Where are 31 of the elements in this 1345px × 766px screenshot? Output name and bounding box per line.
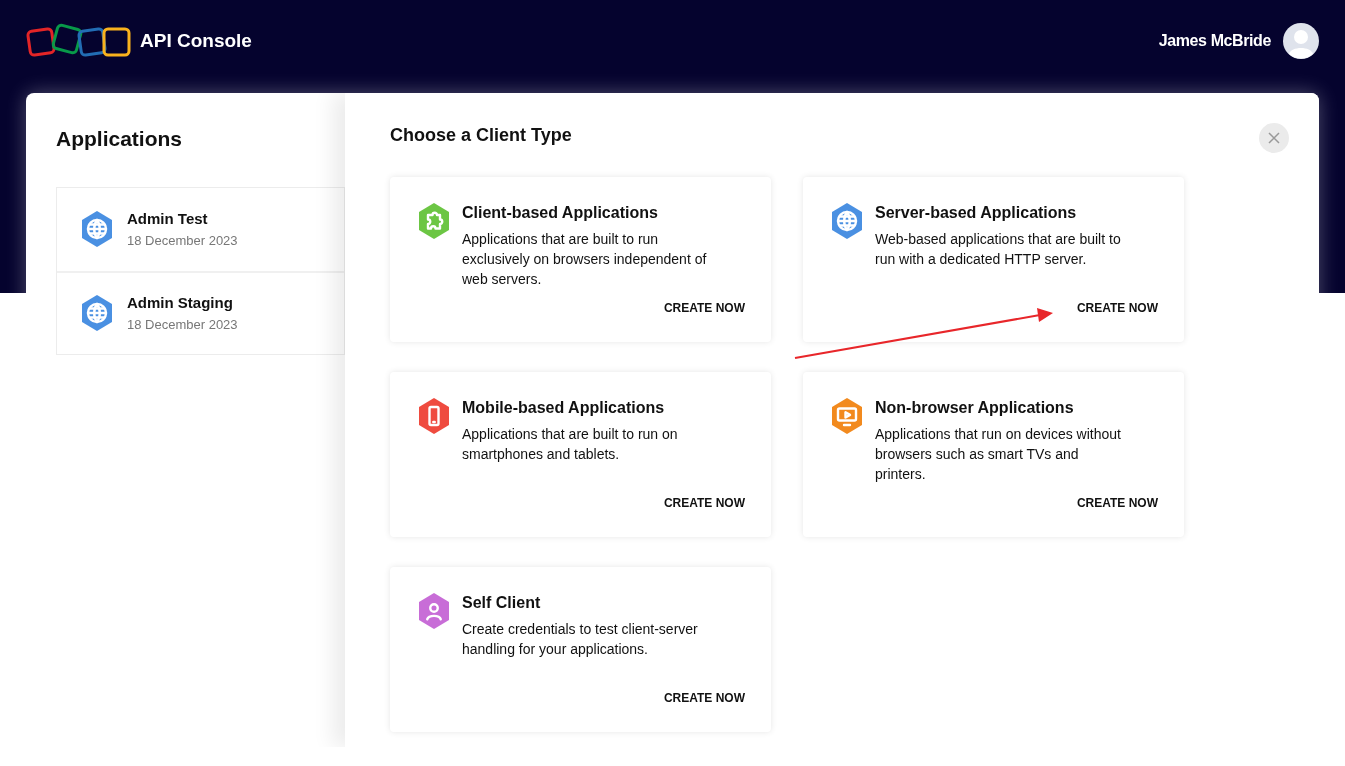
card-description: Applications that are built to run on smartphones and tablets. (462, 425, 679, 464)
application-name: Admin Staging (127, 293, 234, 313)
avatar-icon[interactable] (1283, 23, 1319, 59)
globe-icon (79, 209, 115, 249)
create-now-link[interactable]: CREATE NOW (1076, 494, 1158, 512)
app-title: API Console (140, 28, 252, 53)
application-date: 18 December 2023 (127, 231, 238, 250)
application-name: Admin Test (127, 209, 209, 229)
close-icon (1268, 132, 1280, 144)
logo-icon (26, 23, 132, 59)
card-title: Mobile-based Applications (462, 398, 666, 418)
card-title: Client-based Applications (462, 203, 659, 223)
card-title: Self Client (462, 593, 542, 613)
create-now-link[interactable]: CREATE NOW (663, 494, 745, 512)
applications-heading: Applications (56, 126, 183, 152)
user-name: James McBride (1158, 31, 1271, 51)
card-title: Non-browser Applications (875, 398, 1075, 418)
create-now-link[interactable]: CREATE NOW (663, 299, 745, 317)
close-button[interactable] (1259, 123, 1289, 153)
card-title: Server-based Applications (875, 203, 1078, 223)
create-now-link[interactable]: CREATE NOW (663, 689, 745, 707)
card-description: Applications that are built to run exclusively on browsers independent of web servers. (462, 230, 708, 289)
application-item[interactable]: Admin Test 18 December 2023 (57, 187, 344, 271)
create-now-link[interactable]: CREATE NOW (1076, 299, 1158, 317)
dialog-title: Choose a Client Type (390, 124, 572, 147)
card-description: Applications that run on devices without browsers such as smart TVs and printers. (875, 425, 1122, 484)
application-date: 18 December 2023 (127, 315, 238, 334)
card-description: Create credentials to test client-server handling for your applications. (462, 620, 699, 659)
application-item[interactable]: Admin Staging 18 December 2023 (57, 270, 344, 354)
card-description: Web-based applications that are built to run with a dedicated HTTP server. (875, 230, 1122, 269)
globe-icon (79, 293, 115, 333)
